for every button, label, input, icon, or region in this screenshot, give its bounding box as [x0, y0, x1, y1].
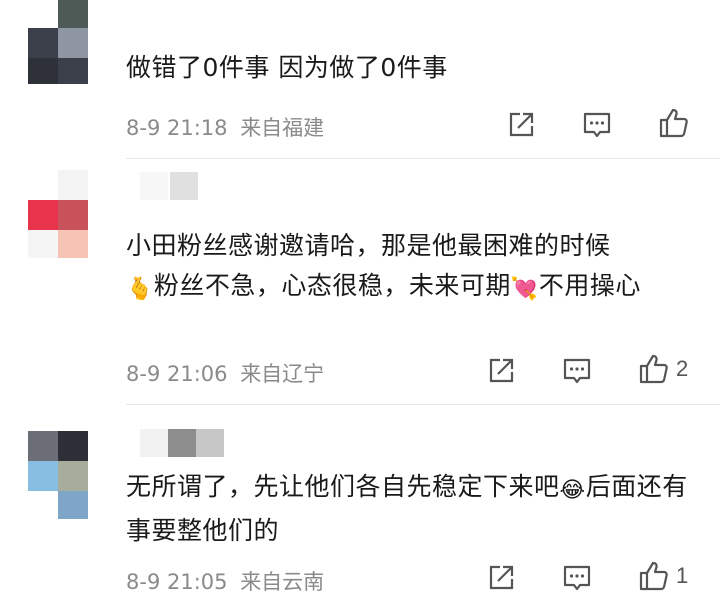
comment-button[interactable] — [582, 108, 612, 142]
like-button[interactable]: 2 — [638, 352, 688, 386]
comment-meta: 8-9 21:06 来自辽宁 — [126, 358, 324, 388]
comment-item: 小田粉丝感谢邀请哈，那是他最困难的时候 🫰粉丝不急，心态很稳，未来可期💘不用操心… — [0, 160, 720, 405]
comment-button[interactable] — [562, 561, 592, 595]
like-button[interactable]: 1 — [638, 559, 688, 593]
comment-meta: 8-9 21:05 来自云南 — [126, 566, 324, 596]
comment-location: 来自辽宁 — [240, 362, 325, 386]
comment-icon — [583, 112, 611, 138]
share-icon — [489, 358, 514, 383]
share-icon — [489, 565, 514, 590]
comment-icon — [563, 358, 591, 384]
like-count: 2 — [676, 356, 689, 381]
comment-meta: 8-9 21:18 来自福建 — [126, 112, 324, 142]
divider — [126, 158, 720, 159]
comment-icon — [563, 565, 591, 591]
comment-time: 8-9 21:06 — [126, 362, 228, 386]
thumbs-up-icon — [659, 108, 688, 138]
comment-time: 8-9 21:05 — [126, 570, 228, 594]
share-icon — [509, 112, 534, 137]
comment-item: 无所谓了，先让他们各自先稳定下来吧😂后面还有事要整他们的 8-9 21:05 来… — [0, 405, 720, 601]
comment-text: 无所谓了，先让他们各自先稳定下来吧😂后面还有事要整他们的 — [126, 472, 688, 545]
share-button[interactable] — [486, 354, 516, 388]
comment-text: 小田粉丝感谢邀请哈，那是他最困难的时候 🫰粉丝不急，心态很稳，未来可期💘不用操心 — [126, 226, 706, 310]
username[interactable] — [140, 429, 230, 459]
comment-text: 做错了0件事 因为做了0件事 — [126, 53, 448, 82]
comment-location: 来自福建 — [240, 116, 325, 140]
finger-heart-emoji-icon: 🫰 — [126, 277, 154, 302]
share-button[interactable] — [486, 561, 516, 595]
comment-item: 做错了0件事 因为做了0件事 8-9 21:18 来自福建 — [0, 0, 720, 160]
thumbs-up-icon — [639, 354, 668, 384]
tears-of-joy-emoji-icon: 😂 — [559, 478, 586, 503]
heart-arrow-emoji-icon: 💘 — [510, 277, 539, 302]
like-count: 1 — [676, 563, 689, 588]
avatar[interactable] — [28, 170, 88, 258]
username[interactable] — [140, 172, 200, 202]
avatar[interactable] — [28, 0, 88, 84]
comment-button[interactable] — [562, 354, 592, 388]
comment-time: 8-9 21:18 — [126, 116, 228, 140]
like-button[interactable] — [658, 106, 696, 140]
thumbs-up-icon — [639, 561, 668, 591]
avatar[interactable] — [28, 431, 88, 519]
share-button[interactable] — [506, 108, 536, 142]
comment-location: 来自云南 — [240, 570, 325, 594]
